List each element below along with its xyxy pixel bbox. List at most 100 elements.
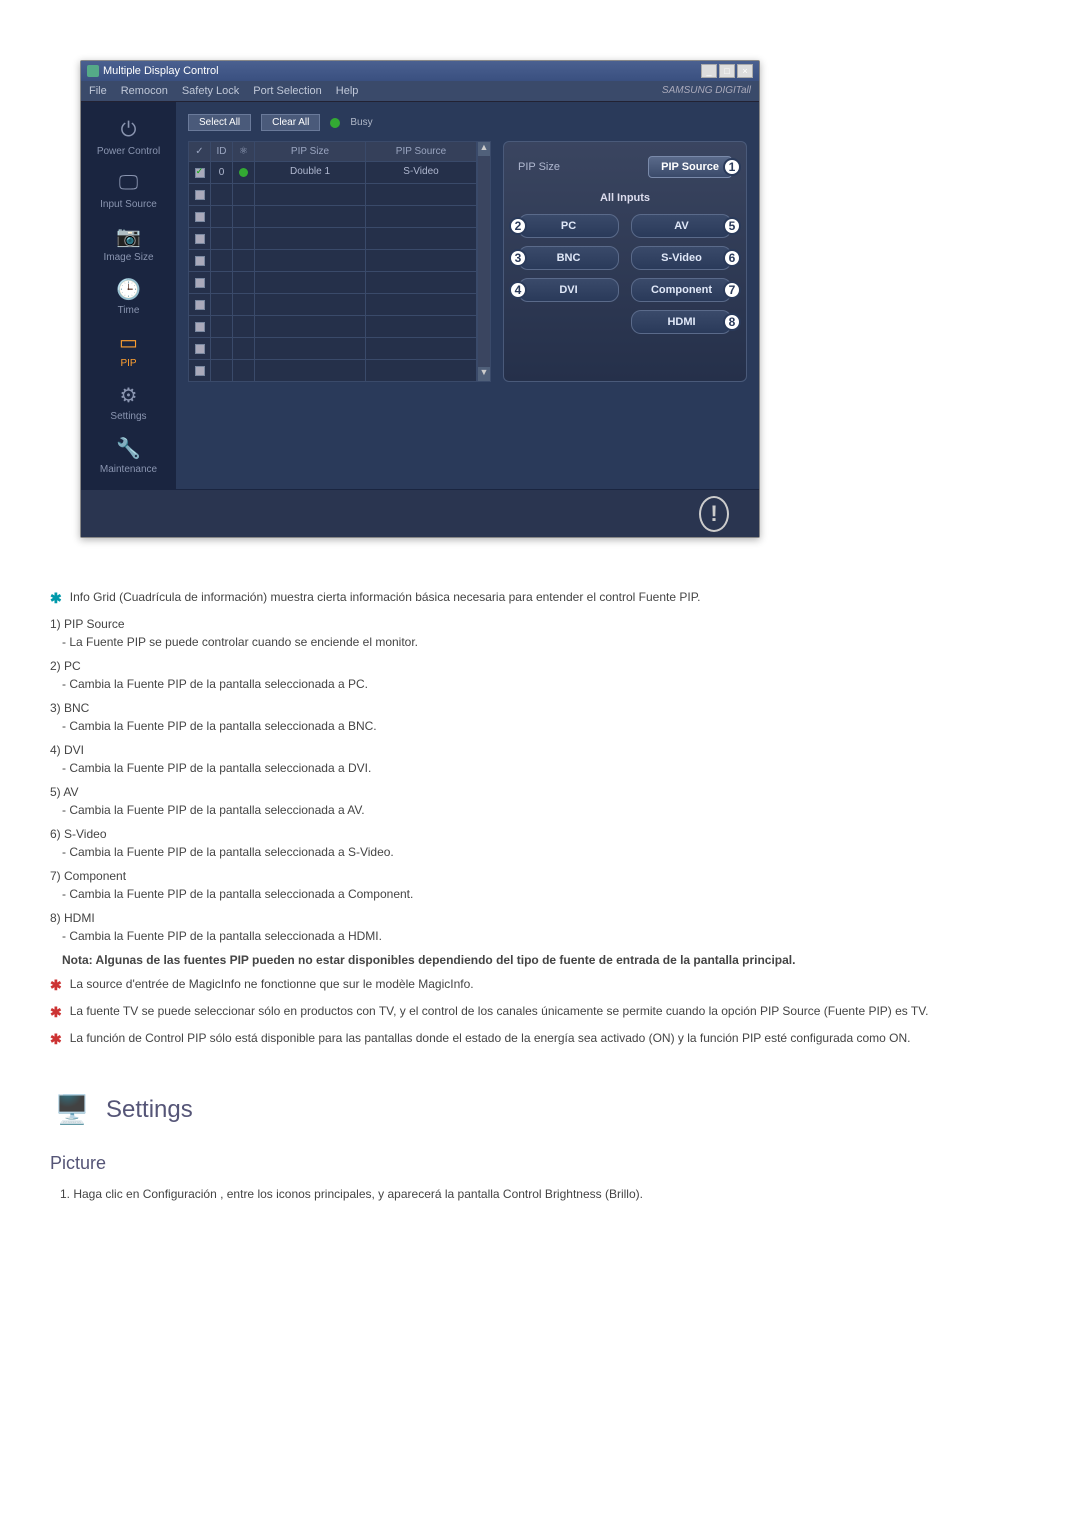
pip-icon: ▭ [111, 328, 147, 356]
list-item: 6) S-Video- Cambia la Fuente PIP de la p… [50, 825, 1025, 861]
picture-subtitle: Picture [50, 1150, 1025, 1177]
grid-header-id[interactable]: ID [211, 142, 233, 161]
app-icon [87, 65, 99, 77]
grid-header-check[interactable]: ✓ [189, 142, 211, 161]
scroll-up-icon[interactable]: ▲ [478, 142, 490, 156]
app-window: Multiple Display Control _ □ × File Remo… [80, 60, 760, 538]
pip-source-panel: PIP Size PIP Source 1 All Inputs 2 PC [503, 141, 747, 382]
list-item: 4) DVI- Cambia la Fuente PIP de la panta… [50, 741, 1025, 777]
menu-file[interactable]: File [89, 85, 107, 97]
sidebar-item-pip[interactable]: ▭ PIP [85, 326, 172, 371]
table-row[interactable] [189, 359, 477, 381]
main-area: Select All Clear All Busy ✓ ID ⚛ PIP Siz… [176, 102, 759, 489]
bnc-button[interactable]: 3 BNC [518, 246, 619, 270]
pip-source-tab-button[interactable]: PIP Source 1 [648, 156, 732, 178]
sidebar-item-label: Time [87, 305, 170, 316]
sidebar-item-input-source[interactable]: 🖵 Input Source [85, 167, 172, 212]
hdmi-button[interactable]: HDMI 8 [631, 310, 732, 334]
maximize-button[interactable]: □ [719, 64, 735, 78]
grid-body: 0 Double 1 S-Video [189, 161, 477, 381]
pc-button[interactable]: 2 PC [518, 214, 619, 238]
dvi-button[interactable]: 4 DVI [518, 278, 619, 302]
star-icon: ✱ [50, 975, 62, 996]
red-note: La función de Control PIP sólo está disp… [70, 1029, 911, 1050]
row-checkbox[interactable] [195, 366, 205, 376]
row-checkbox[interactable] [195, 300, 205, 310]
table-row[interactable]: 0 Double 1 S-Video [189, 161, 477, 183]
table-row[interactable] [189, 293, 477, 315]
row-checkbox[interactable] [195, 256, 205, 266]
row-checkbox[interactable] [195, 168, 205, 178]
badge-3: 3 [509, 249, 527, 267]
badge-8: 8 [723, 313, 741, 331]
input-source-icon: 🖵 [111, 169, 147, 197]
grid-header-status: ⚛ [233, 142, 255, 161]
table-row[interactable] [189, 315, 477, 337]
busy-status-dot [330, 118, 340, 128]
row-checkbox[interactable] [195, 322, 205, 332]
row-checkbox[interactable] [195, 344, 205, 354]
row-checkbox[interactable] [195, 212, 205, 222]
menu-safety-lock[interactable]: Safety Lock [182, 85, 239, 97]
power-indicator-icon: ! [699, 496, 729, 532]
sidebar-item-label: Image Size [87, 252, 170, 263]
image-size-icon: 📷 [111, 222, 147, 250]
menu-port-selection[interactable]: Port Selection [253, 85, 321, 97]
notes-section: ✱ Info Grid (Cuadrícula de información) … [50, 588, 1025, 1203]
close-button[interactable]: × [737, 64, 753, 78]
menubar: File Remocon Safety Lock Port Selection … [81, 81, 759, 102]
star-icon: ✱ [50, 588, 62, 609]
busy-label: Busy [350, 117, 372, 128]
table-row[interactable] [189, 205, 477, 227]
star-icon: ✱ [50, 1002, 62, 1023]
sidebar-item-settings[interactable]: ⚙ Settings [85, 379, 172, 424]
sidebar-item-image-size[interactable]: 📷 Image Size [85, 220, 172, 265]
list-item: 5) AV- Cambia la Fuente PIP de la pantal… [50, 783, 1025, 819]
row-checkbox[interactable] [195, 278, 205, 288]
sidebar-item-maintenance[interactable]: 🔧 Maintenance [85, 432, 172, 477]
titlebar: Multiple Display Control _ □ × [81, 61, 759, 81]
table-row[interactable] [189, 337, 477, 359]
badge-7: 7 [723, 281, 741, 299]
red-note: La source d'entrée de MagicInfo ne fonct… [70, 975, 474, 996]
scroll-down-icon[interactable]: ▼ [478, 367, 490, 381]
row-checkbox[interactable] [195, 234, 205, 244]
sidebar-item-label: PIP [87, 358, 170, 369]
grid-header-pipsize[interactable]: PIP Size [255, 142, 366, 161]
component-button[interactable]: Component 7 [631, 278, 732, 302]
grid-header-pipsrc[interactable]: PIP Source [366, 142, 477, 161]
star-icon: ✱ [50, 1029, 62, 1050]
sidebar-item-label: Maintenance [87, 464, 170, 475]
row-checkbox[interactable] [195, 190, 205, 200]
sidebar-item-power[interactable]: ⏻ Power Control [85, 114, 172, 159]
brand-label: SAMSUNG DIGITall [662, 85, 751, 97]
row-id: 0 [211, 162, 233, 183]
settings-section-header: 🖥️ Settings [50, 1090, 1025, 1130]
svideo-button[interactable]: S-Video 6 [631, 246, 732, 270]
table-row[interactable] [189, 183, 477, 205]
table-row[interactable] [189, 249, 477, 271]
grid-scrollbar[interactable]: ▲ ▼ [477, 141, 491, 382]
select-all-button[interactable]: Select All [188, 114, 251, 131]
list-item: 3) BNC- Cambia la Fuente PIP de la panta… [50, 699, 1025, 735]
minimize-button[interactable]: _ [701, 64, 717, 78]
menu-help[interactable]: Help [336, 85, 359, 97]
settings-section-icon: 🖥️ [50, 1090, 94, 1130]
badge-4: 4 [509, 281, 527, 299]
menu-remocon[interactable]: Remocon [121, 85, 168, 97]
sidebar: ⏻ Power Control 🖵 Input Source 📷 Image S… [81, 102, 176, 489]
table-row[interactable] [189, 227, 477, 249]
list-item: 1) PIP Source- La Fuente PIP se puede co… [50, 615, 1025, 651]
clear-all-button[interactable]: Clear All [261, 114, 320, 131]
list-item: 2) PC- Cambia la Fuente PIP de la pantal… [50, 657, 1025, 693]
red-note: La fuente TV se puede seleccionar sólo e… [70, 1002, 929, 1023]
sidebar-item-label: Input Source [87, 199, 170, 210]
nota-text: Nota: Algunas de las fuentes PIP pueden … [62, 951, 1025, 969]
list-item: 7) Component- Cambia la Fuente PIP de la… [50, 867, 1025, 903]
sidebar-item-time[interactable]: 🕒 Time [85, 273, 172, 318]
list-item: 8) HDMI- Cambia la Fuente PIP de la pant… [50, 909, 1025, 945]
row-pipsize: Double 1 [255, 162, 366, 183]
table-row[interactable] [189, 271, 477, 293]
av-button[interactable]: AV 5 [631, 214, 732, 238]
pip-size-tab-label[interactable]: PIP Size [518, 161, 560, 173]
